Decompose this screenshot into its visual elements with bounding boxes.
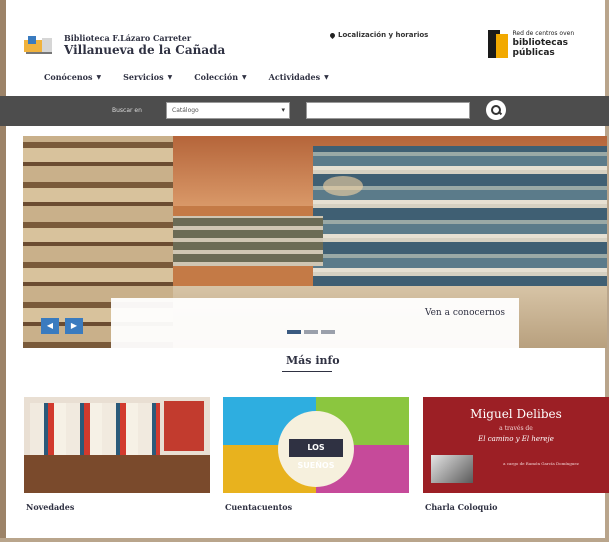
slider-controls: ◀ ▶	[41, 318, 83, 334]
network-small-text: Red de centros oven	[512, 30, 575, 37]
network-logo-mark	[488, 30, 508, 58]
event-subtitle: a través de	[499, 425, 533, 432]
hero-caption-link[interactable]: Ven a conocernos	[425, 308, 505, 318]
library-brand[interactable]: Biblioteca F.Lázaro Carreter Villanueva …	[64, 33, 225, 57]
page: Biblioteca F.Lázaro Carreter Villanueva …	[0, 0, 609, 542]
speaker-photo	[431, 455, 473, 483]
network-logo[interactable]: Red de centros oven bibliotecas públicas	[488, 30, 606, 58]
card-label: Cuentacuentos	[225, 502, 293, 512]
hero-slider[interactable]: ◀ ▶ Ven a conocernos	[23, 136, 607, 348]
hero-caption: Ven a conocernos	[111, 298, 519, 348]
card-image-title: LOS SUEÑOS	[289, 439, 343, 470]
slider-dot-2[interactable]	[304, 330, 318, 334]
chevron-down-icon: ▾	[281, 106, 285, 114]
slider-prev-button[interactable]: ◀	[41, 318, 59, 334]
caret-down-icon: ▼	[324, 73, 329, 81]
nav-item-coleccion[interactable]: Colección ▼	[194, 72, 246, 82]
event-book-title: El camino y El hereje	[478, 435, 554, 443]
card-image	[24, 397, 210, 493]
slider-next-button[interactable]: ▶	[65, 318, 83, 334]
card-novedades[interactable]: Novedades	[24, 397, 210, 512]
search-bar: Buscar en Catálogo ▾	[0, 96, 609, 126]
event-speaker-name: Miguel Delibes	[470, 407, 562, 421]
nav-label: Actividades	[268, 72, 321, 82]
search-input[interactable]	[306, 102, 470, 119]
nav-item-actividades[interactable]: Actividades ▼	[269, 72, 329, 82]
nav-item-servicios[interactable]: Servicios ▼	[123, 72, 172, 82]
card-charla-coloquio[interactable]: Miguel Delibes a través de El camino y E…	[423, 397, 609, 512]
caret-down-icon: ▼	[242, 73, 247, 81]
search-scope-value: Catálogo	[172, 107, 199, 114]
library-logo-icon[interactable]	[24, 34, 54, 56]
nav-label: Colección	[194, 72, 239, 82]
network-big-text: bibliotecas públicas	[512, 38, 569, 58]
card-cuentacuentos[interactable]: LOS SUEÑOS Cuentacuentos	[223, 397, 409, 512]
search-scope-select[interactable]: Catálogo ▾	[166, 102, 290, 119]
library-name: Villanueva de la Cañada	[64, 43, 226, 57]
nav-label: Conócenos	[44, 72, 93, 82]
map-pin-icon	[328, 31, 337, 39]
library-top-title: Biblioteca F.Lázaro Carreter	[64, 33, 192, 43]
main-nav: Conócenos ▼ Servicios ▼ Colección ▼ Acti…	[44, 72, 329, 82]
search-scope-label: Buscar en	[112, 107, 142, 114]
card-label: Charla Coloquio	[425, 502, 498, 512]
slider-dot-1[interactable]	[287, 330, 301, 334]
card-image: LOS SUEÑOS	[223, 397, 409, 493]
slider-indicators	[287, 330, 335, 334]
location-hours-link[interactable]: Localización y horarios	[328, 31, 429, 39]
caret-down-icon: ▼	[96, 73, 102, 81]
more-info-underline	[282, 371, 332, 372]
search-button[interactable]	[486, 100, 506, 120]
card-label: Novedades	[26, 502, 75, 512]
nav-label: Servicios	[123, 72, 164, 82]
slider-dot-3[interactable]	[321, 330, 335, 334]
more-info-heading: Más info	[286, 354, 340, 367]
card-image: Miguel Delibes a través de El camino y E…	[423, 397, 609, 493]
frame-left	[0, 0, 6, 542]
event-small-text: a cargo de Ramón García Domínguez	[503, 461, 579, 466]
location-hours-label: Localización y horarios	[338, 31, 429, 39]
nav-item-conocenos[interactable]: Conócenos ▼	[44, 72, 101, 82]
caret-down-icon: ▼	[167, 73, 173, 81]
